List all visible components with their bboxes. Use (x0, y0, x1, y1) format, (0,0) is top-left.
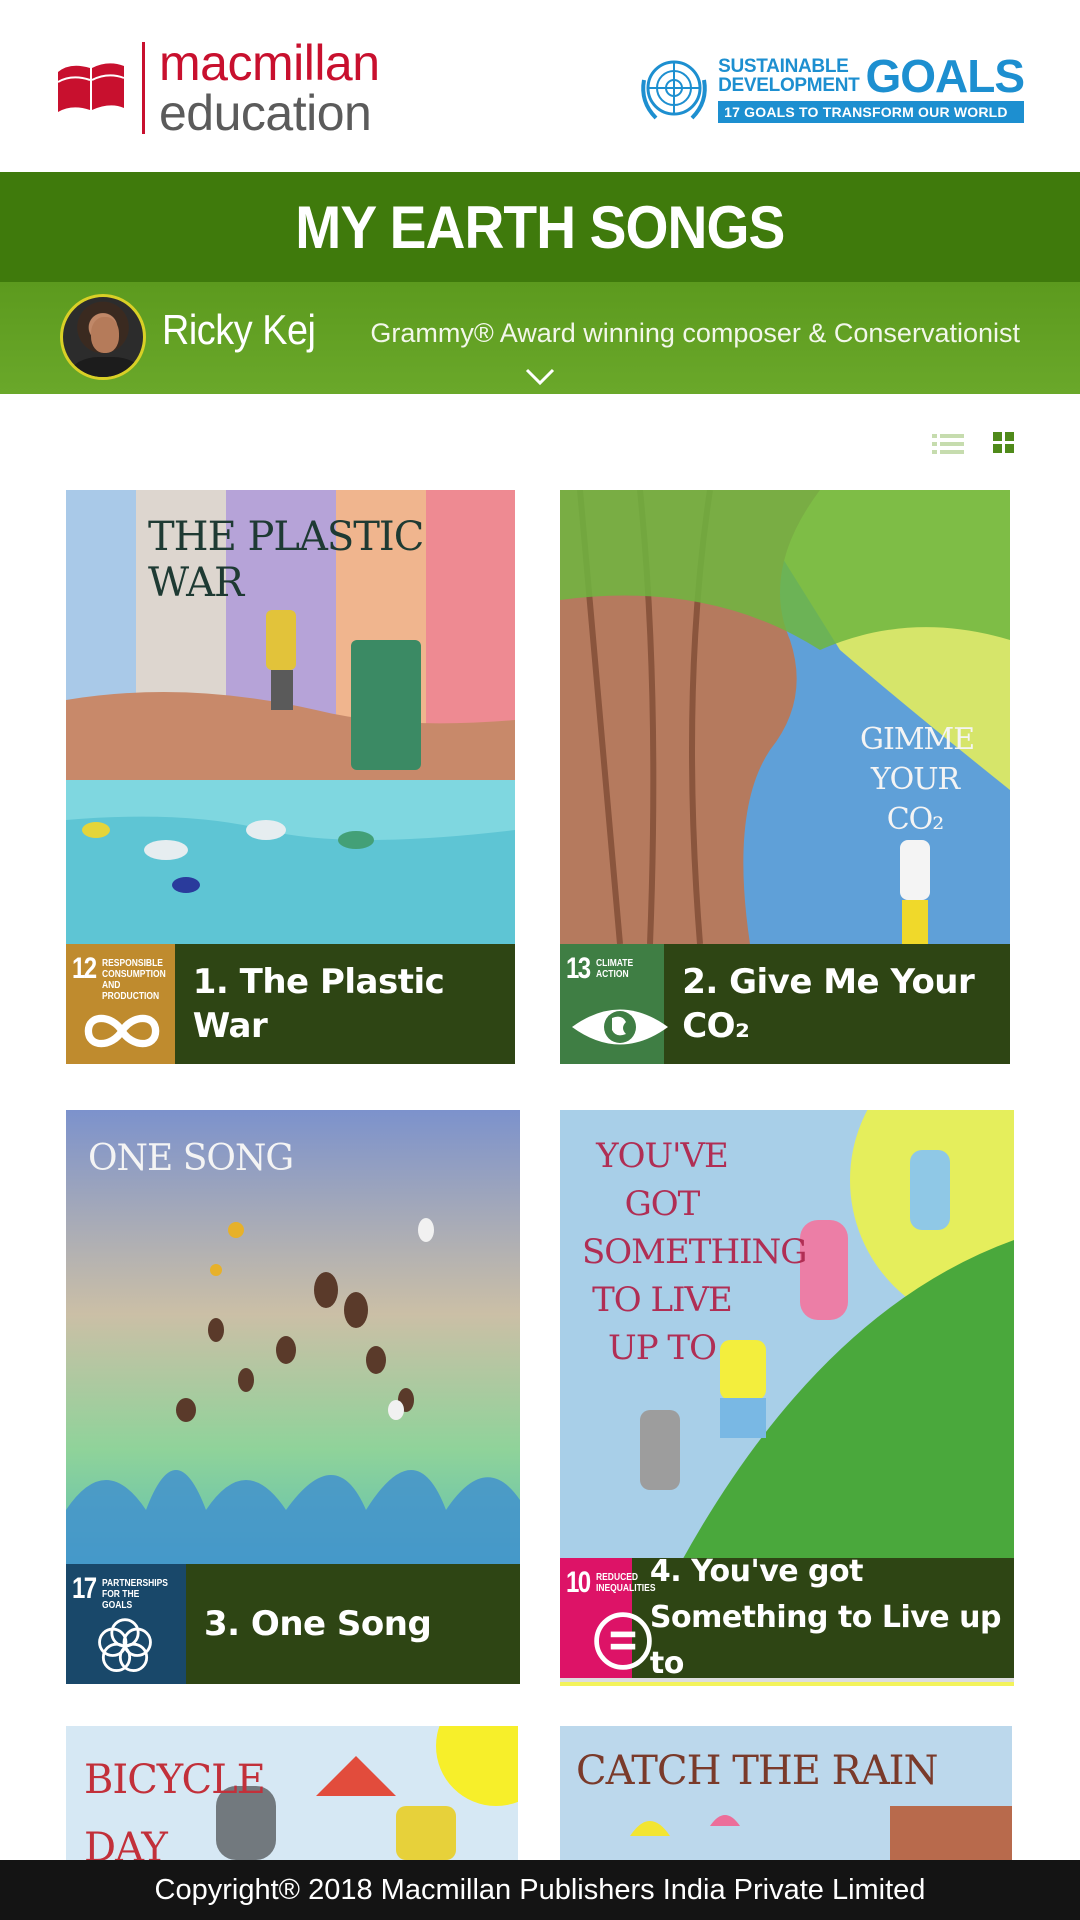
artwork-title: CATCH THE RAIN (576, 1748, 938, 1794)
artwork-title: YOU'VE GOT SOMETHING TO LIVE UP TO (582, 1136, 807, 1368)
song-title: 1. The Plastic War (192, 962, 445, 1046)
sdg-badge: 13 CLIMATE ACTION (560, 944, 668, 1064)
artwork-title: GIMME YOUR CO₂ (860, 722, 975, 837)
song-title: 4. You've got Something to Live up to (649, 1554, 1002, 1681)
logo-divider (142, 42, 145, 134)
artist-tagline: Grammy® Award winning composer & Conserv… (370, 318, 1020, 348)
sdg-label: REDUCED INEQUALITIES (596, 1572, 656, 1594)
sdg-logo[interactable]: SUSTAINABLE DEVELOPMENT GOALS 17 GOALS T… (636, 49, 1025, 126)
page-title-bar: MY EARTH SONGS (0, 172, 1080, 282)
list-view-icon[interactable] (932, 432, 964, 456)
song-card[interactable]: ONE SONG 17 PARTNERSHIPS FOR THE GOALS 3… (66, 1110, 520, 1684)
infinity-icon (84, 1014, 160, 1048)
song-card[interactable]: CATCH THE RAIN (560, 1726, 1012, 1860)
sdg-goals-word: GOALS (865, 49, 1025, 102)
logo-line-2: education (159, 85, 372, 141)
song-card[interactable]: GIMME YOUR CO₂ 13 CLIMATE ACTION 2. Give… (560, 490, 1010, 1064)
flower-rings-icon (98, 1618, 152, 1672)
song-card[interactable]: BICYCLE DAY (66, 1726, 518, 1860)
song-title: 3. One Song (204, 1604, 432, 1644)
copyright-footer: Copyright® 2018 Macmillan Publishers Ind… (0, 1860, 1080, 1920)
macmillan-education-logo[interactable]: macmillan education (56, 38, 380, 138)
card-footer: 12 RESPONSIBLE CONSUMPTION AND PRODUCTIO… (66, 944, 515, 1064)
card-footer: 10 REDUCED INEQUALITIES 4. You've got So… (560, 1554, 1014, 1681)
eye-globe-icon (572, 1009, 668, 1045)
sdg-line-2: DEVELOPMENT (718, 74, 860, 96)
card-footer: 13 CLIMATE ACTION 2. Give Me Your CO₂ (560, 944, 1010, 1064)
sdg-label: CLIMATE ACTION (596, 958, 634, 980)
artist-name: Ricky Kej (162, 306, 316, 353)
artwork-title: THE PLASTIC WAR (148, 514, 424, 606)
top-header: macmillan education SUSTAINABLE DEVELOPM… (0, 0, 1080, 172)
equals-circle-icon (594, 1612, 652, 1670)
sdg-label: PARTNERSHIPS FOR THE GOALS (102, 1578, 168, 1611)
chevron-down-icon[interactable] (525, 368, 555, 386)
sdg-number: 13 (566, 952, 591, 985)
sdg-number: 17 (72, 1572, 97, 1605)
sdg-number: 12 (72, 952, 97, 985)
sdg-badge: 10 REDUCED INEQUALITIES (560, 1558, 656, 1678)
sdg-label: RESPONSIBLE CONSUMPTION AND PRODUCTION (102, 958, 166, 1002)
sdg-badge: 12 RESPONSIBLE CONSUMPTION AND PRODUCTIO… (66, 944, 175, 1064)
artwork-title: ONE SONG (88, 1138, 294, 1179)
sdg-line-1: SUSTAINABLE (718, 55, 849, 77)
card-footer: 17 PARTNERSHIPS FOR THE GOALS 3. One Son… (66, 1564, 520, 1684)
artist-avatar (60, 294, 146, 380)
logo-line-1: macmillan (159, 35, 380, 91)
grid-view-icon[interactable] (993, 432, 1015, 454)
song-title: 2. Give Me Your CO₂ (682, 962, 975, 1046)
song-card[interactable]: YOU'VE GOT SOMETHING TO LIVE UP TO 10 RE… (560, 1110, 1014, 1686)
macmillan-flag-icon (57, 63, 125, 112)
sdg-badge: 17 PARTNERSHIPS FOR THE GOALS (66, 1564, 186, 1684)
song-artwork (560, 490, 1010, 944)
sdg-band: 17 GOALS TO TRANSFORM OUR WORLD (718, 100, 1024, 123)
song-card[interactable]: THE PLASTIC WAR 12 RESPONSIBLE CONSUMPTI… (66, 490, 515, 1064)
sdg-number: 10 (566, 1566, 591, 1599)
page-title: MY EARTH SONGS (295, 193, 785, 261)
un-emblem-icon (641, 60, 707, 120)
artwork-title: BICYCLE DAY (84, 1757, 266, 1860)
